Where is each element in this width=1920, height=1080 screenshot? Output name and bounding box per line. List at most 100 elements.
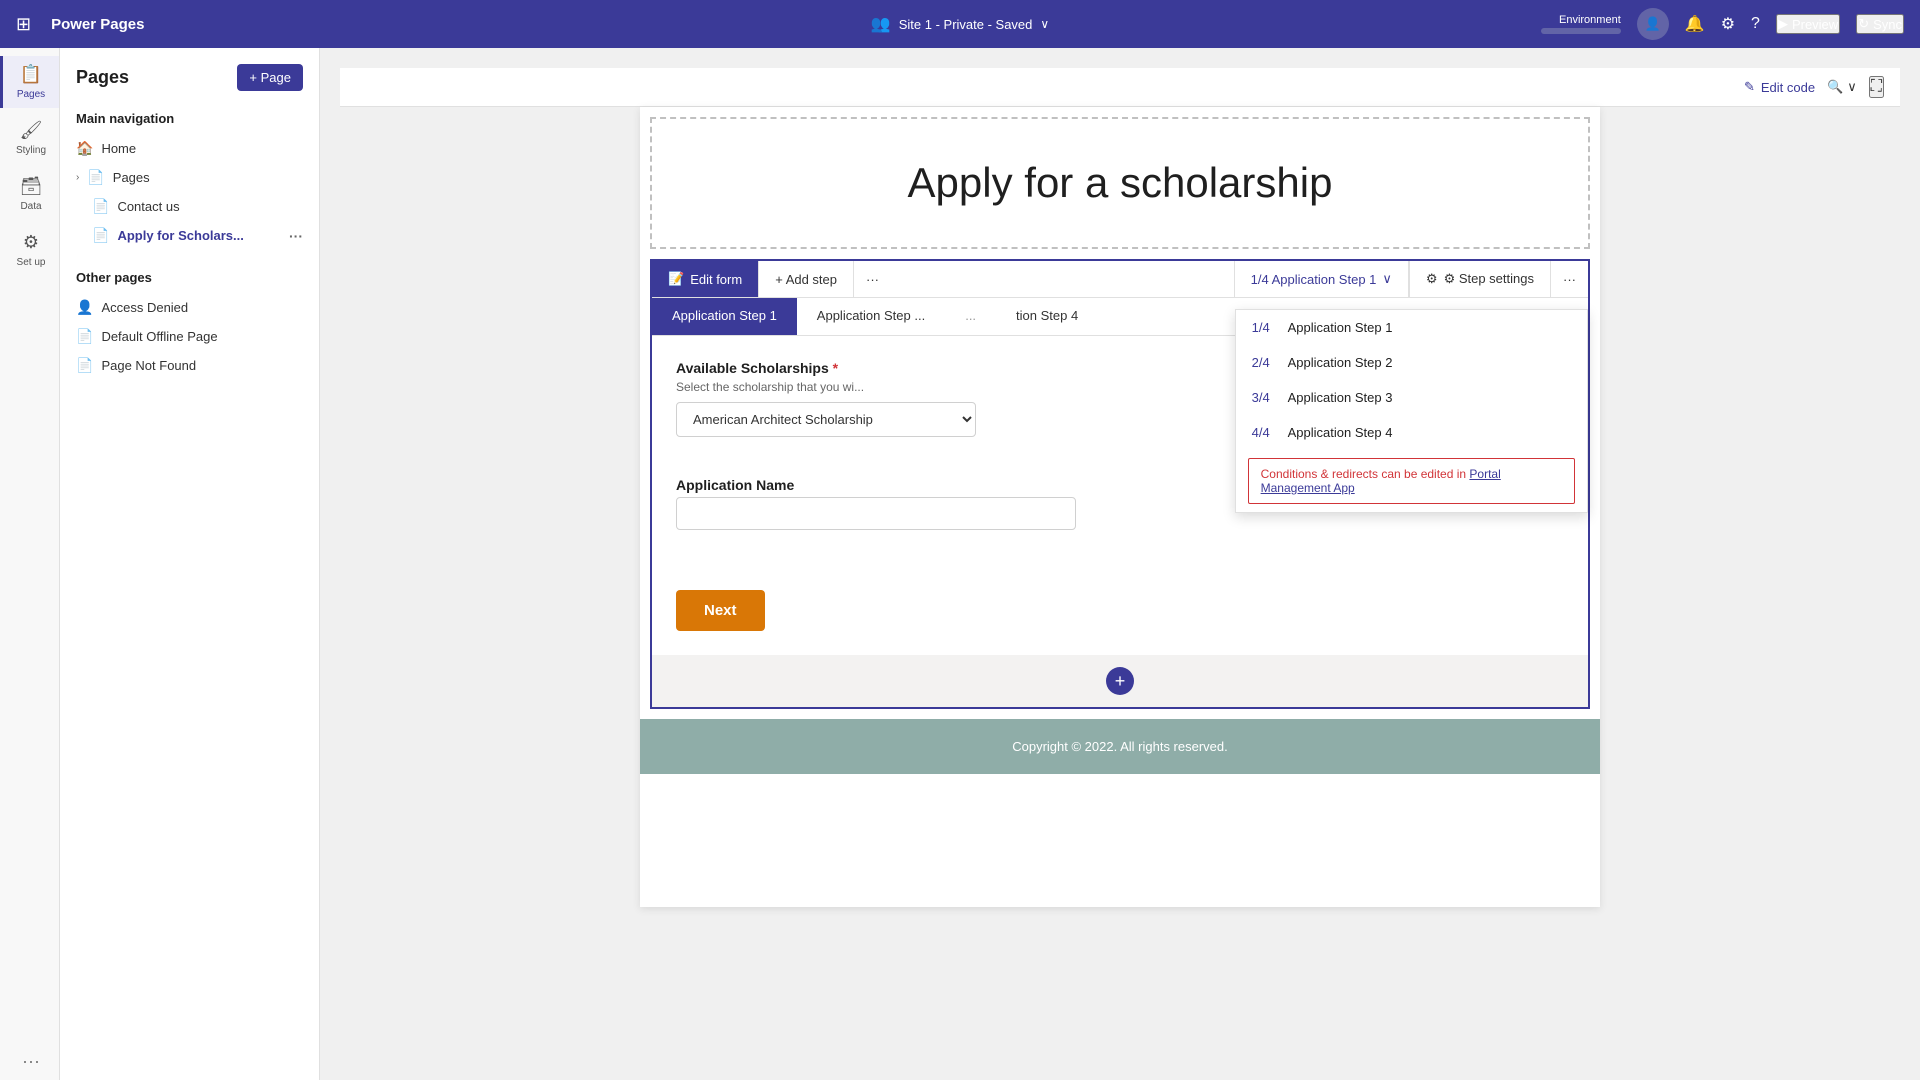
dropdown-step-1[interactable]: 1/4 Application Step 1 [1236,310,1587,345]
edit-form-icon: 📝 [668,271,684,287]
nav-item-not-found[interactable]: 📄 Page Not Found [60,351,319,380]
chevron-icon: › [76,172,79,183]
application-name-input[interactable] [676,497,1076,530]
sidebar-label-data: Data [20,201,41,212]
top-right-area: Environment 👤 🔔 ⚙ ? ▶ Preview ↻ Sync [1541,8,1904,40]
sync-button[interactable]: ↻ Sync [1856,14,1904,34]
nav-label-contact: Contact us [117,199,179,214]
step-name-4: Application Step 4 [1288,425,1393,440]
page-icon: 📄 [87,169,104,186]
step-num-2: 2/4 [1252,355,1280,370]
avatar[interactable]: 👤 [1637,8,1669,40]
step-tab-4[interactable]: tion Step 4 [996,298,1098,335]
data-icon: 🗃 [20,176,43,197]
access-icon: 👤 [76,299,93,316]
nav-item-pages[interactable]: › 📄 Pages [60,163,319,192]
home-icon: 🏠 [76,140,93,157]
nav-item-home[interactable]: 🏠 Home [60,134,319,163]
nav-item-contact[interactable]: 📄 Contact us [60,192,319,221]
nav-label-offline: Default Offline Page [101,329,217,344]
dropdown-step-2[interactable]: 2/4 Application Step 2 [1236,345,1587,380]
step-more-button[interactable]: ··· [1551,262,1588,297]
more-icon: ··· [22,1051,40,1072]
step-selector-chevron-icon: ∨ [1382,271,1392,287]
sidebar-more[interactable]: ··· [15,1043,44,1080]
help-icon[interactable]: ? [1751,15,1760,33]
step-tab-2[interactable]: Application Step ... [797,298,945,335]
form-section: 📝 Edit form + Add step ··· 1/4 Appl [650,259,1590,709]
top-navbar: ⊞ Power Pages 👥 Site 1 - Private - Saved… [0,0,1920,48]
env-label: Environment [1559,14,1621,26]
nav-label-pages: Pages [113,170,150,185]
step-settings-button[interactable]: ⚙ ⚙ Step settings [1409,261,1550,297]
page-canvas: Apply for a scholarship 📝 Edit form + Ad… [640,107,1600,907]
nav-item-access-denied[interactable]: 👤 Access Denied [60,293,319,322]
add-step-button[interactable]: + Add step [759,261,853,297]
pages-icon: 📋 [20,64,42,85]
setup-icon: ⚙ [23,232,39,253]
fullscreen-button[interactable]: ⛶ [1869,76,1884,98]
nav-label-apply: Apply for Scholars... [117,228,243,243]
edit-code-button[interactable]: ✎ Edit code [1744,79,1815,95]
editcode-bar: ✎ Edit code 🔍 ∨ ⛶ [340,68,1900,107]
step-name-1: Application Step 1 [1288,320,1393,335]
form-toolbar: 📝 Edit form + Add step ··· 1/4 Appl [652,261,1588,298]
sidebar-label-styling: Styling [16,145,46,156]
main-layout: 📋 Pages 🖌 Styling 🗃 Data ⚙ Set up ··· Pa… [0,48,1920,1080]
dropdown-notice-text: Conditions & redirects can be edited in [1261,467,1470,481]
edit-form-button[interactable]: 📝 Edit form [652,261,758,297]
required-star: * [833,360,838,376]
nav-item-apply[interactable]: 📄 Apply for Scholars... ··· [60,221,319,250]
main-nav-title: Main navigation [60,103,319,134]
add-page-button[interactable]: + Page [237,64,303,91]
nav-dots-icon[interactable]: ··· [289,228,303,244]
form-more-icon: ··· [866,272,879,287]
panel-title: Pages [76,67,129,88]
form-more-button[interactable]: ··· [854,261,891,297]
add-section-button[interactable]: + [1106,667,1134,695]
dropdown-step-4[interactable]: 4/4 Application Step 4 [1236,415,1587,450]
step-tab-ellipsis: ... [945,298,996,335]
dropdown-step-3[interactable]: 3/4 Application Step 3 [1236,380,1587,415]
step-selector-area: 1/4 Application Step 1 ∨ ⚙ ⚙ Step settin… [1234,261,1588,297]
app-title: Power Pages [51,16,144,33]
contact-icon: 📄 [92,198,109,215]
nav-label-access-denied: Access Denied [101,300,188,315]
step-num-4: 4/4 [1252,425,1280,440]
spacer [60,250,319,262]
site-label: Site 1 - Private - Saved [899,17,1033,32]
step-name-2: Application Step 2 [1288,355,1393,370]
sidebar-item-pages[interactable]: 📋 Pages [0,56,59,108]
zoom-button[interactable]: 🔍 ∨ [1827,79,1857,95]
step-num-1: 1/4 [1252,320,1280,335]
vs-icon: ✎ [1744,79,1755,95]
step-dropdown-menu: 1/4 Application Step 1 2/4 Application S… [1235,309,1588,513]
step-tab-1[interactable]: Application Step 1 [652,298,797,335]
sidebar-item-styling[interactable]: 🖌 Styling [0,112,59,164]
notification-icon[interactable]: 🔔 [1685,14,1705,34]
not-found-icon: 📄 [76,357,93,374]
env-block: Environment [1541,14,1621,34]
step-num-3: 3/4 [1252,390,1280,405]
zoom-icon: 🔍 [1827,79,1843,95]
site-chevron-icon[interactable]: ∨ [1040,17,1049,31]
sidebar-item-setup[interactable]: ⚙ Set up [0,224,59,276]
other-pages-title: Other pages [60,262,319,293]
icon-sidebar: 📋 Pages 🖌 Styling 🗃 Data ⚙ Set up ··· [0,48,60,1080]
sidebar-label-pages: Pages [17,89,45,100]
page-title-section: Apply for a scholarship [650,117,1590,249]
sidebar-item-data[interactable]: 🗃 Data [0,168,59,220]
next-button[interactable]: Next [676,590,765,631]
preview-button[interactable]: ▶ Preview [1776,14,1840,34]
app-grid-icon[interactable]: ⊞ [16,14,31,35]
step-tab-ellipsis-text: ... [965,308,976,323]
nav-label-home: Home [101,141,136,156]
env-bar [1541,28,1621,34]
step-selector-button[interactable]: 1/4 Application Step 1 ∨ [1235,261,1408,297]
panel-sidebar: Pages + Page Main navigation 🏠 Home › 📄 … [60,48,320,1080]
scholarship-select[interactable]: American Architect Scholarship [676,402,976,437]
nav-item-offline[interactable]: 📄 Default Offline Page [60,322,319,351]
sidebar-label-setup: Set up [17,257,46,268]
settings-icon[interactable]: ⚙ [1721,14,1735,34]
zoom-chevron-icon: ∨ [1847,79,1857,95]
